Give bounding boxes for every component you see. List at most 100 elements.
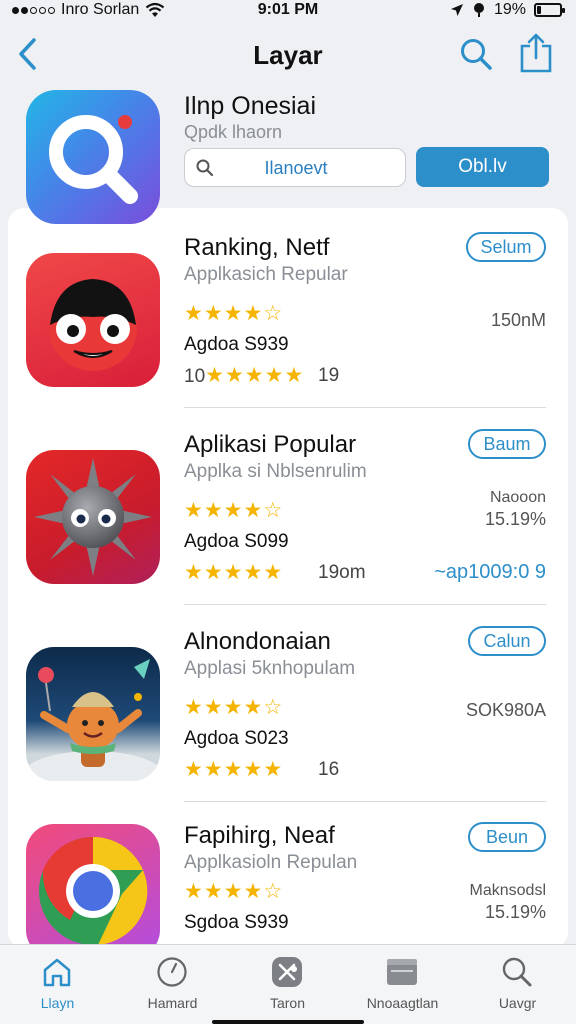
app-name: Aplikasi Popular [184,431,357,458]
battery-percent: 19% [493,1,526,18]
app-subtitle: Applkasioln Repulan [184,852,358,873]
star-empty-icon: ☆ [263,499,284,522]
star-empty-icon: ☆ [263,696,284,719]
featured-title: Ilnp Onesiai [184,92,317,120]
app-icon-character[interactable] [26,647,160,781]
app-name: Ranking, Netf [184,234,330,261]
app-subtitle: Applasi 5knhopulam [184,658,356,679]
apps-stack-icon [387,959,417,985]
rating-stars-top: ★★★★☆ [184,498,283,523]
home-indicator [212,1020,364,1024]
tab-history[interactable]: Hamard [115,945,230,1024]
cartoon-character-icon [26,659,160,781]
featured-subtitle: Qpdk lhaorn [184,122,283,142]
star-filled-icon: ★ [224,364,245,387]
search-input[interactable]: Ilanoevt [184,148,406,187]
tab-apps[interactable]: Nnoaagtlan [345,945,460,1024]
app-list-item[interactable]: Ranking, Netf Applkasich Repular ★★★★☆ A… [0,208,576,408]
star-filled-icon: ★ [263,561,284,584]
location-arrow-icon [450,4,463,16]
app-category: Naooon [489,489,546,506]
star-filled-icon: ★ [263,758,284,781]
games-icon [272,957,302,987]
app-list-item[interactable]: Fapihirg, Neaf Applkasioln Repulan ★★★★☆… [0,800,576,944]
rating-stars-top: ★★★★☆ [184,879,283,904]
rating-count: 19om [318,562,366,583]
star-filled-icon: ★ [223,302,244,325]
star-filled-icon: ★ [203,499,224,522]
rating-prefix: 10 [184,366,206,387]
get-button[interactable]: Calun [468,626,546,656]
featured-app-icon[interactable] [26,90,160,224]
star-filled-icon: ★ [203,561,224,584]
star-filled-icon: ★ [223,499,244,522]
app-category: Maknsodsl [469,882,546,899]
tab-search[interactable]: Uavgr [460,945,575,1024]
rating-stars-bottom: ★★★★★ [184,560,283,585]
star-filled-icon: ★ [184,499,204,522]
app-meta: Agdoa S099 [184,531,289,552]
tab-today[interactable]: Llayn [0,945,115,1024]
app-meta: Sgdoa S939 [184,912,289,933]
star-filled-icon: ★ [243,499,264,522]
alarm-icon [473,3,484,17]
app-list-item[interactable]: Aplikasi Popular Applka si Nblsenrulim ★… [0,405,576,605]
star-filled-icon: ★ [184,302,204,325]
tab-label: Taron [269,995,306,1011]
app-percent: 15.19% [484,509,546,529]
home-icon [43,958,71,987]
app-percent: 15.19% [484,902,546,922]
tab-games[interactable]: Taron [230,945,345,1024]
app-list-item[interactable]: Alnondonaian Applasi 5knhopulam ★★★★☆ Ag… [0,602,576,802]
app-icon-spiked-ball[interactable] [26,450,160,584]
browser-logo-icon [39,836,148,944]
search-icon [502,957,532,987]
app-icon-browser[interactable] [26,824,160,944]
tab-bar: Llayn Hamard Taron Nnoaagtlan Uavgr [0,944,576,1024]
star-filled-icon: ★ [243,302,264,325]
get-button[interactable]: Beun [468,822,546,852]
get-button[interactable]: Baum [468,429,546,459]
star-empty-icon: ☆ [263,880,284,903]
featured-get-button[interactable]: Obl.lv [416,147,549,187]
battery-icon [534,3,565,17]
clock-icon [157,957,187,987]
search-icon[interactable] [458,36,494,72]
rating-count: 19 [318,365,340,386]
app-code: SOK980A [465,700,546,720]
star-filled-icon: ★ [223,880,244,903]
rating-stars-top: ★★★★☆ [184,695,283,720]
star-filled-icon: ★ [184,696,204,719]
navigation-bar: Layar [0,22,576,86]
star-filled-icon: ★ [203,758,224,781]
status-bar: Inro Sorlan 9:01 PM 19% [0,0,576,22]
star-filled-icon: ★ [223,758,244,781]
magnifier-logo-icon [49,115,138,204]
star-filled-icon: ★ [184,758,204,781]
rating-stars-top: ★★★★☆ [184,301,283,326]
app-price-link[interactable]: ~ap1009:0 9 [434,561,546,584]
star-filled-icon: ★ [203,696,224,719]
app-size: 150nM [490,310,546,330]
angry-face-icon [49,279,137,371]
star-filled-icon: ★ [203,880,224,903]
star-filled-icon: ★ [243,561,264,584]
star-filled-icon: ★ [284,364,305,387]
app-icon-red-face[interactable] [26,253,160,387]
tab-label: Nnoaagtlan [366,995,439,1011]
share-icon[interactable] [518,32,554,74]
star-filled-icon: ★ [184,561,204,584]
star-filled-icon: ★ [243,696,264,719]
rating-stars-bottom: 10★★★★★ [184,363,304,388]
star-filled-icon: ★ [223,696,244,719]
tab-label: Uavgr [498,995,537,1011]
app-subtitle: Applkasich Repular [184,264,348,285]
star-empty-icon: ☆ [263,302,284,325]
app-name: Alnondonaian [184,628,331,655]
get-button[interactable]: Selum [466,232,546,262]
rating-stars-bottom: ★★★★★ [184,757,283,782]
app-subtitle: Applka si Nblsenrulim [184,461,367,482]
star-filled-icon: ★ [223,561,244,584]
app-meta: Agdoa S023 [184,728,289,749]
search-input-value: Ilanoevt [264,158,328,178]
